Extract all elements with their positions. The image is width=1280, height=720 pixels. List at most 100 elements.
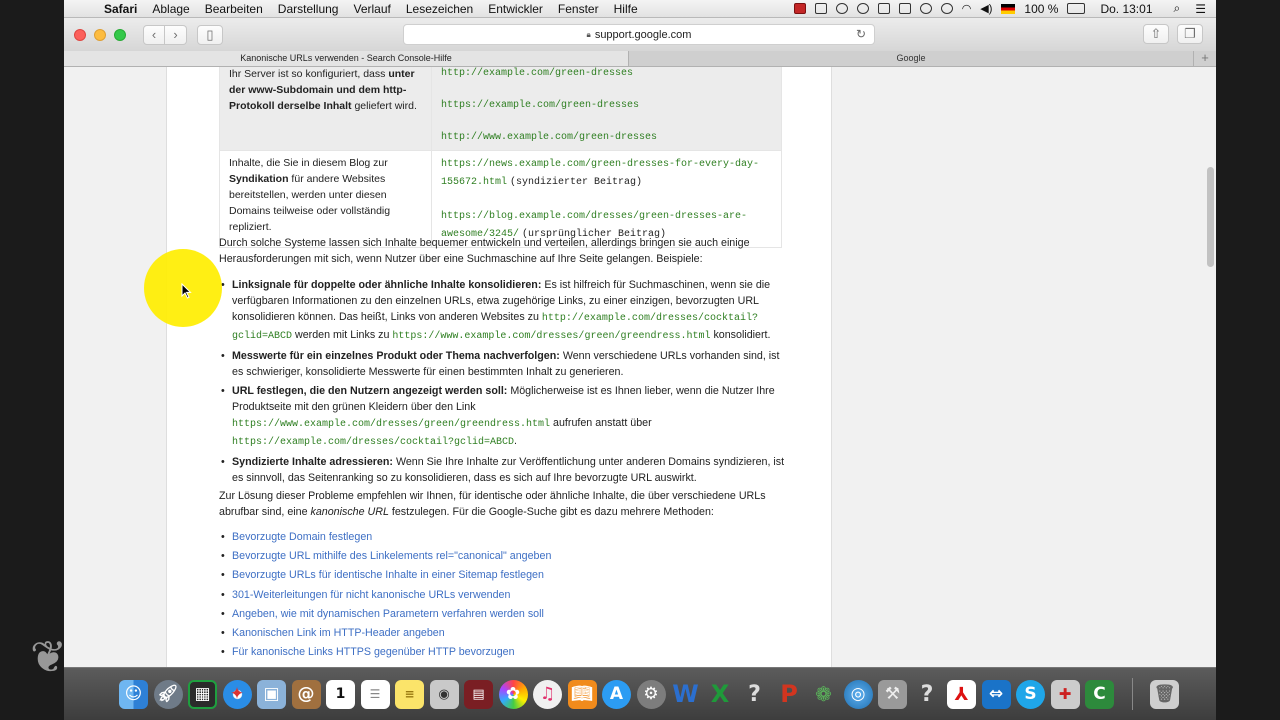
reminders-icon[interactable]: ☰ [360,679,390,709]
solution-text: festzulegen. Für die Google-Suche gibt e… [388,506,714,518]
migration-icon[interactable]: ⚒ [878,679,907,709]
help-icon[interactable]: ? [740,680,769,709]
powerpoint-icon[interactable]: P [775,680,804,709]
menu-bearbeiten[interactable]: Bearbeiten [205,2,263,16]
ibooks-icon[interactable]: 📖︎ [567,679,597,709]
issue-text: konsolidiert. [710,329,771,341]
vertical-scrollbar[interactable] [1207,167,1214,267]
teamviewer-icon[interactable]: ⇔ [981,679,1011,709]
input-source-flag-icon[interactable] [1001,3,1016,14]
safari-icon[interactable]: ✦ [222,679,252,709]
zoom-window-button[interactable] [114,28,126,41]
battery-icon [1067,3,1086,14]
method-link[interactable]: 301-Weiterleitungen für nicht kanonische… [232,589,510,601]
network-icon[interactable]: ◎ [843,679,873,709]
code-url: https://www.example.com/dresses/green/gr… [392,331,711,342]
new-tab-button[interactable]: + [1194,51,1216,66]
screen: Safari Ablage Bearbeiten Darstellung Ver… [0,0,1280,720]
help2-icon[interactable]: ? [913,680,942,709]
list-item: Bevorzugte URLs für identische Inhalte i… [219,566,779,585]
address-bar[interactable]: 🔒︎ support.google.com ↻ [403,24,875,45]
method-link[interactable]: Für kanonische Links HTTPS gegenüber HTT… [232,646,515,658]
tab-google[interactable]: Google [629,51,1194,66]
method-link[interactable]: Bevorzugte URL mithilfe des Linkelements… [232,550,551,562]
table-cell-description: Ihr Server ist so konfiguriert, dass unt… [219,67,432,151]
issue-text: aufrufen anstatt über [550,417,652,429]
app-store-icon[interactable]: A [602,679,631,709]
utility-icon[interactable]: ✚ [1050,679,1080,709]
time-machine-icon[interactable] [919,3,932,14]
menu-lesezeichen[interactable]: Lesezeichen [406,2,473,16]
screen-icon[interactable] [814,3,827,14]
photos-app-icon[interactable]: ▤ [464,679,493,709]
url-example: http://example.com/green-dresses [441,68,634,79]
word-icon[interactable]: W [671,680,700,709]
table-row: Inhalte, die Sie in diesem Blog zur Synd… [219,150,782,248]
method-link[interactable]: Kanonischen Link im HTTP-Header angeben [232,627,445,639]
airplay-icon[interactable] [898,3,911,14]
method-link[interactable]: Angeben, wie mit dynamischen Parametern … [232,608,544,620]
url-example: https://example.com/green-dresses [441,100,640,111]
issue-text: werden mit Links zu [292,329,393,341]
messenger-icon[interactable]: ❁ [809,680,838,709]
menu-darstellung[interactable]: Darstellung [278,2,339,16]
wifi-icon[interactable]: ◠ [962,2,972,15]
solution-italic: kanonische URL [310,506,389,518]
photos-icon[interactable]: ✿ [498,679,528,709]
mission-control-icon[interactable]: ▦ [188,679,217,709]
menu-bar: Safari Ablage Bearbeiten Darstellung Ver… [64,0,1216,18]
clock[interactable]: Do. 13:01 [1100,2,1152,16]
method-link[interactable]: Bevorzugte Domain festlegen [232,531,372,543]
list-item: Syndizierte Inhalte adressieren: Wenn Si… [219,454,785,486]
menu-app-safari[interactable]: Safari [104,2,137,16]
spotlight-search-icon[interactable]: ⌕ [1174,1,1181,16]
volume-icon[interactable]: ◀) [980,2,992,15]
acrobat-icon[interactable]: ⅄ [947,679,976,709]
url-examples-table: Ihr Server ist so konfiguriert, dass unt… [219,67,782,248]
tab-kanonische-urls[interactable]: Kanonische URLs verwenden - Search Conso… [64,51,629,66]
minimize-window-button[interactable] [94,28,106,41]
notification-center-icon[interactable]: ☰ [1195,2,1206,16]
menu-fenster[interactable]: Fenster [558,2,599,16]
itunes-icon[interactable]: ♫ [533,679,562,709]
launchpad-icon[interactable]: 🚀︎ [153,679,183,709]
sidebar-toggle-button[interactable]: ▯ [197,24,223,45]
bluetooth-icon[interactable] [940,3,953,14]
menu-hilfe[interactable]: Hilfe [614,2,638,16]
mouse-pointer-icon [181,283,192,299]
contacts-icon[interactable]: @ [291,679,321,709]
menu-verlauf[interactable]: Verlauf [353,2,390,16]
issue-title: Linksignale für doppelte oder ähnliche I… [232,279,542,291]
notes-icon[interactable]: ≡ [395,679,424,709]
table-row: Ihr Server ist so konfiguriert, dass unt… [219,67,782,151]
photo-booth-icon[interactable]: ◉ [429,679,459,709]
skype-icon[interactable]: S [1016,679,1045,709]
row1-desc-suffix: geliefert wird. [351,100,417,112]
calendar-icon[interactable]: 1 [326,679,355,709]
sync-icon[interactable] [835,3,848,14]
methods-list: Bevorzugte Domain festlegen Bevorzugte U… [219,528,779,662]
address-text: support.google.com [594,28,692,41]
close-window-button[interactable] [74,28,86,41]
camtasia-icon[interactable]: C [1085,679,1114,709]
forward-button[interactable]: › [165,24,187,45]
method-link[interactable]: Bevorzugte URLs für identische Inhalte i… [232,569,544,581]
share-button[interactable]: ⇧ [1143,24,1169,44]
issues-list: Linksignale für doppelte oder ähnliche I… [219,277,785,489]
dropbox-icon[interactable] [877,3,890,14]
show-tabs-button[interactable]: ❐ [1177,24,1203,44]
reload-icon[interactable]: ↻ [856,27,866,41]
record-icon[interactable] [793,3,806,14]
finder-icon[interactable]: ☺ [119,679,148,709]
excel-icon[interactable]: X [706,680,735,709]
preview-icon[interactable]: ▣ [257,679,286,709]
back-button[interactable]: ‹ [143,24,165,45]
shield-icon[interactable] [856,3,869,14]
menu-ablage[interactable]: Ablage [152,2,189,16]
system-preferences-icon[interactable]: ⚙ [636,679,666,709]
battery-status[interactable]: 100 % [1024,2,1058,16]
code-url: https://example.com/dresses/cocktail?gcl… [232,437,515,448]
trash-icon[interactable]: 🗑︎ [1150,679,1179,709]
menu-entwickler[interactable]: Entwickler [488,2,543,16]
dock: ☺ 🚀︎ ▦ ✦ ▣ @ 1 ☰ ≡ ◉ ▤ ✿ ♫ 📖︎ A ⚙ W X ? … [64,667,1216,720]
